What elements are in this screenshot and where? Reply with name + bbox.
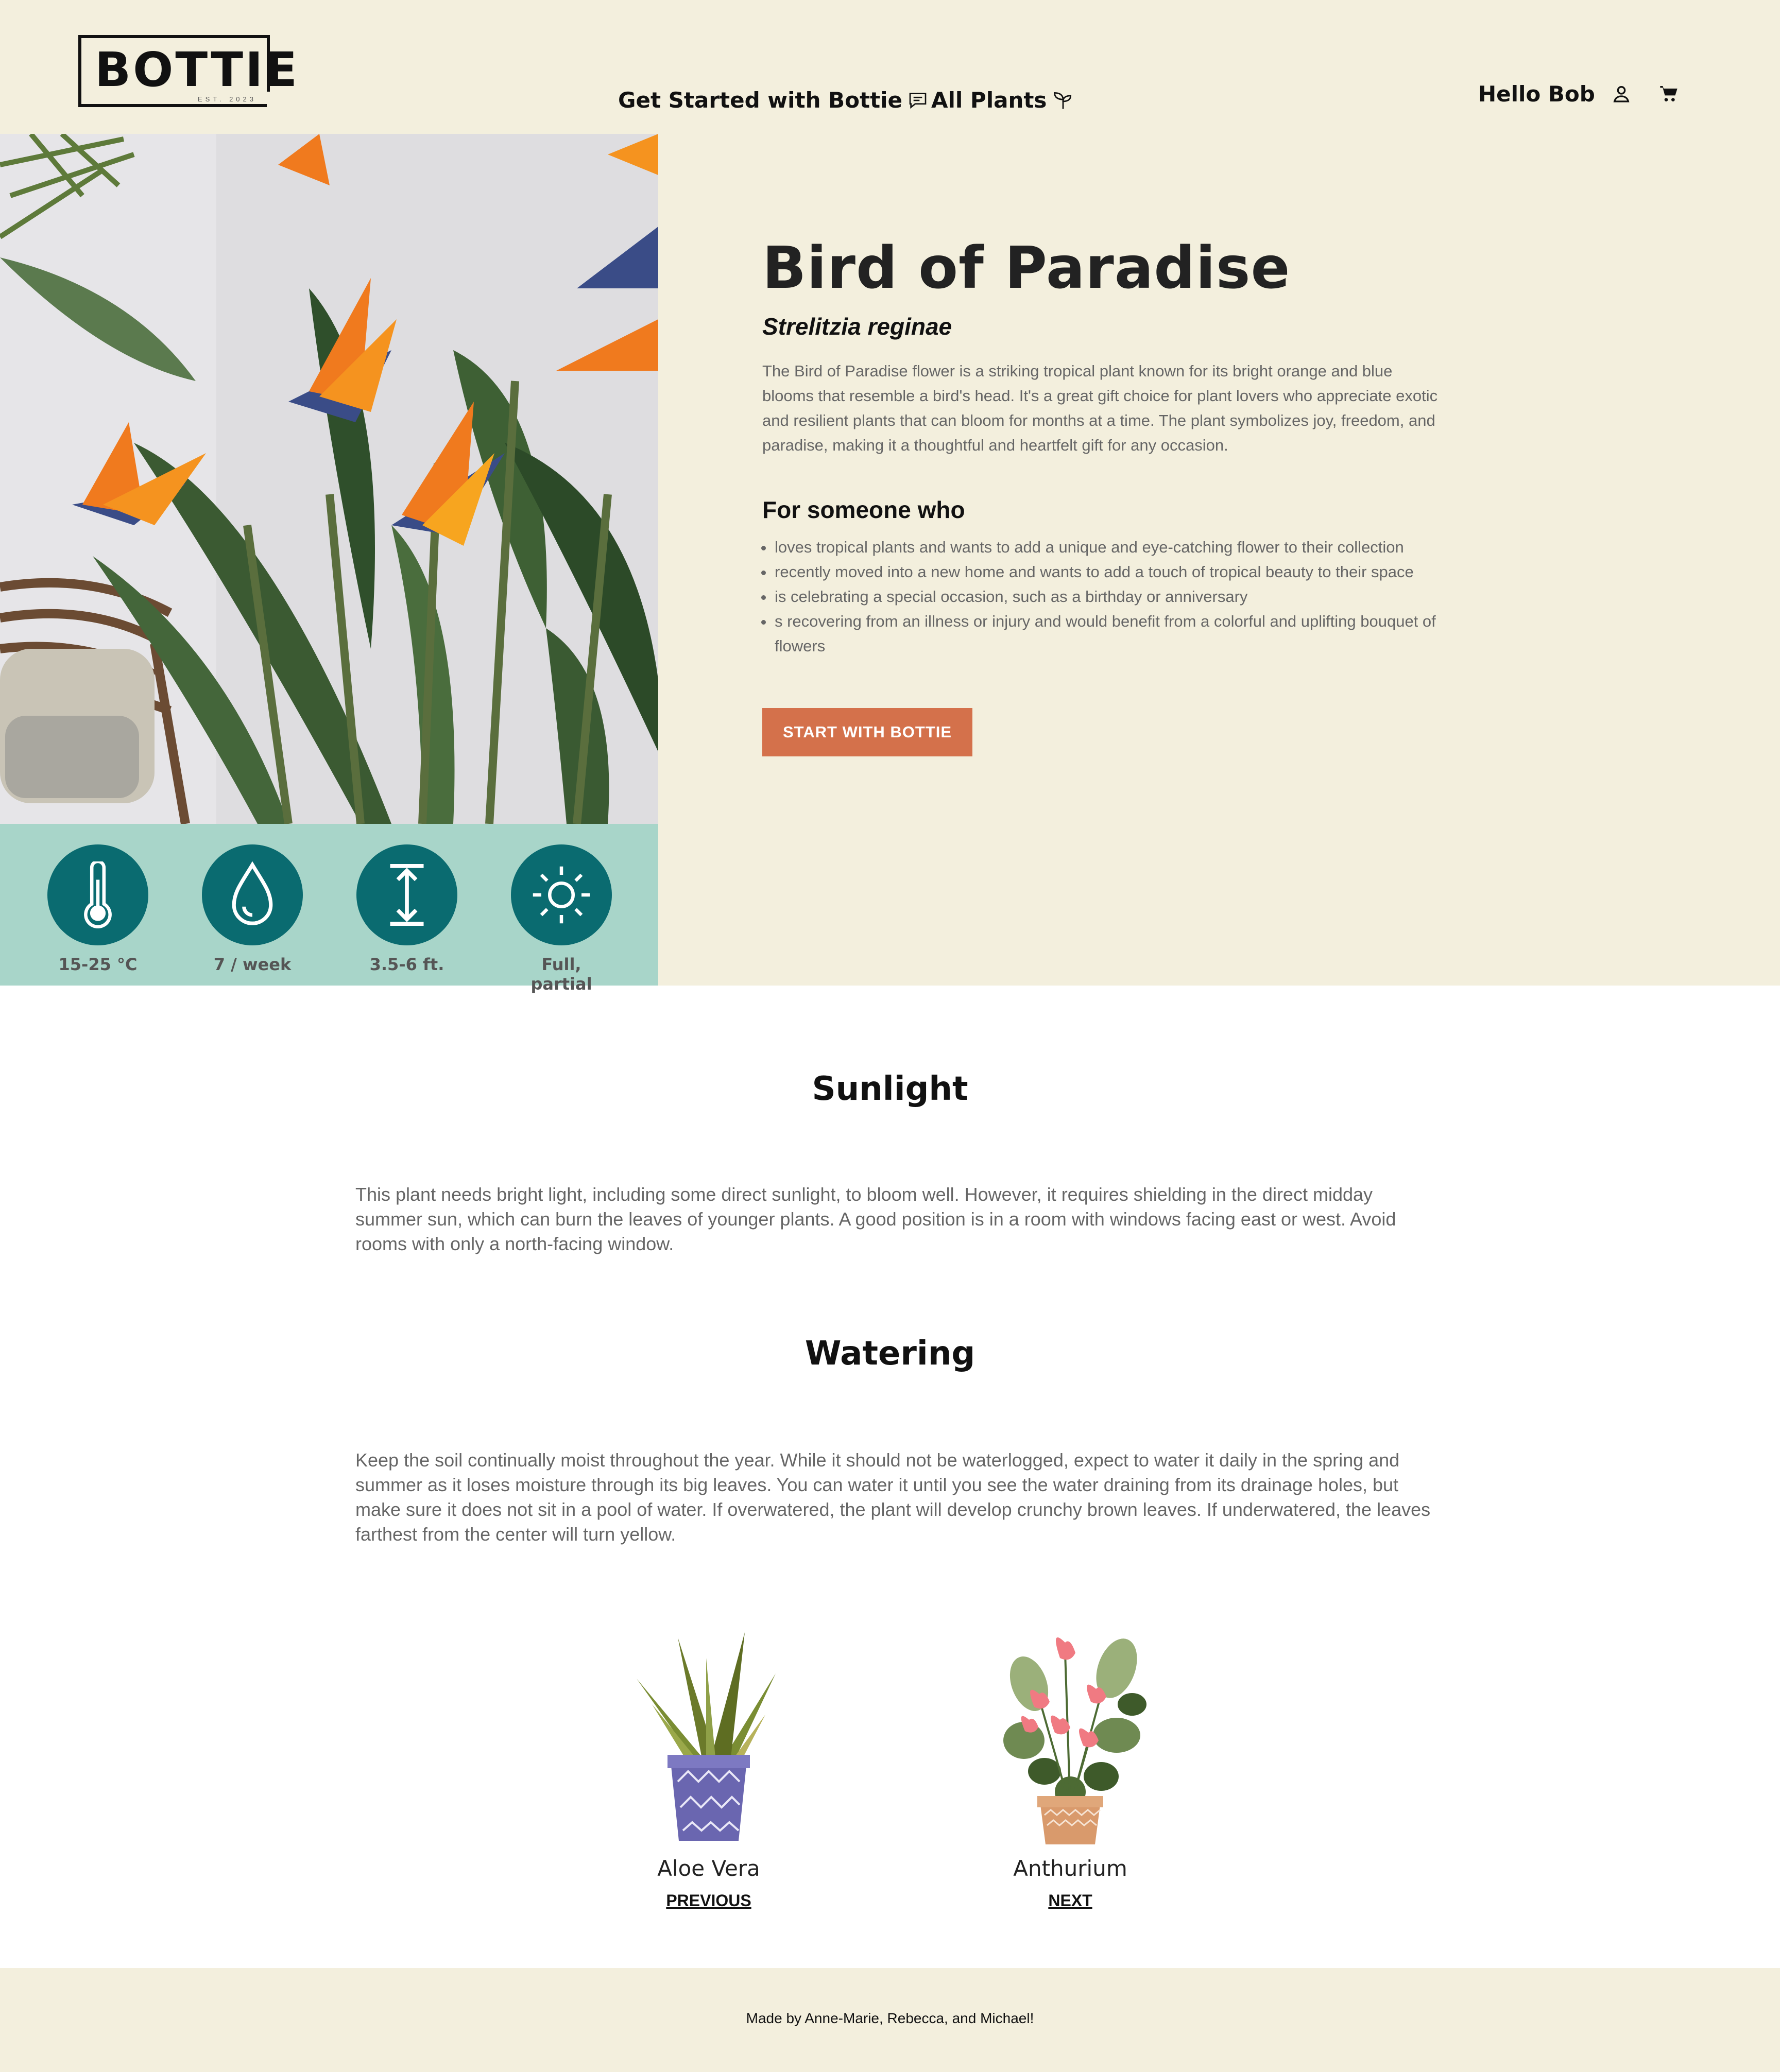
nav-all-plants[interactable]: All Plants: [931, 88, 1074, 113]
sunlight-text: This plant needs bright light, including…: [355, 1184, 1396, 1254]
product-photo: [0, 134, 658, 824]
start-with-bottie-button[interactable]: START WITH BOTTIE: [762, 708, 972, 757]
next-plant-name: Anthurium: [1013, 1856, 1127, 1881]
logo-text: BOTTIE: [95, 42, 300, 97]
watering-text: Keep the soil continually moist througho…: [355, 1449, 1431, 1545]
logo-est-text: EST. 2023: [198, 95, 256, 103]
stat-height: 3.5-6 ft.: [355, 844, 458, 974]
list-item: recently moved into a new home and wants…: [761, 560, 1452, 584]
stat-light-label: Full, partial: [530, 955, 592, 994]
previous-link[interactable]: PREVIOUS: [666, 1891, 751, 1910]
site-header: BOTTIE EST. 2023 Get Started with Bottie…: [0, 0, 1780, 134]
product-hero: 15-25 °C 7 / week 3.5-6 ft. Full, partia…: [0, 134, 1780, 994]
stat-temperature-label: 15-25 °C: [58, 955, 138, 974]
nav-get-started-label: Get Started with Bottie: [618, 88, 902, 113]
stat-height-label: 3.5-6 ft.: [369, 955, 444, 974]
list-item: is celebrating a special occasion, such …: [761, 584, 1452, 609]
sprout-icon: [1052, 89, 1074, 112]
site-footer: Made by Anne-Marie, Rebecca, and Michael…: [0, 1968, 1780, 2072]
stat-water-label: 7 / week: [213, 955, 292, 974]
footer-credit: Made by Anne-Marie, Rebecca, and Michael…: [746, 2010, 1034, 2026]
for-someone-list: loves tropical plants and wants to add a…: [761, 535, 1452, 659]
sunlight-heading: Sunlight: [812, 1070, 968, 1108]
stat-temperature: 15-25 °C: [46, 844, 149, 974]
nav-get-started[interactable]: Get Started with Bottie: [618, 88, 928, 113]
stat-light: Full, partial: [510, 844, 613, 994]
list-item: s recovering from an illness or injury a…: [761, 609, 1452, 659]
product-title: Bird of Paradise: [762, 235, 1291, 302]
product-info: Bird of Paradise Strelitzia reginae The …: [761, 235, 1452, 757]
aloe-vera-illustration: [601, 1622, 817, 1849]
care-stats-bar: 15-25 °C 7 / week 3.5-6 ft. Full, partia…: [0, 824, 658, 994]
user-icon[interactable]: [1611, 83, 1632, 104]
greeting-text: Hello Bob: [1478, 81, 1595, 107]
chat-icon: [908, 90, 928, 111]
cart-icon[interactable]: [1658, 83, 1679, 104]
bottie-logo[interactable]: BOTTIE EST. 2023: [78, 35, 297, 107]
stat-water: 7 / week: [201, 844, 304, 974]
water-drop-icon: [202, 844, 303, 945]
anthurium-illustration: [962, 1622, 1178, 1849]
product-description: The Bird of Paradise flower is a strikin…: [762, 362, 1438, 455]
nav-all-plants-label: All Plants: [931, 88, 1047, 113]
previous-plant-name: Aloe Vera: [657, 1856, 760, 1881]
previous-plant: Aloe Vera PREVIOUS: [601, 1622, 817, 1910]
watering-heading: Watering: [805, 1335, 975, 1373]
thermometer-icon: [47, 844, 148, 945]
height-icon: [356, 844, 457, 945]
next-link[interactable]: NEXT: [1048, 1891, 1092, 1910]
scientific-name: Strelitzia reginae: [762, 313, 952, 340]
sun-icon: [511, 844, 612, 945]
for-someone-heading: For someone who: [762, 496, 965, 524]
list-item: loves tropical plants and wants to add a…: [761, 535, 1452, 560]
next-plant: Anthurium NEXT: [962, 1622, 1178, 1910]
